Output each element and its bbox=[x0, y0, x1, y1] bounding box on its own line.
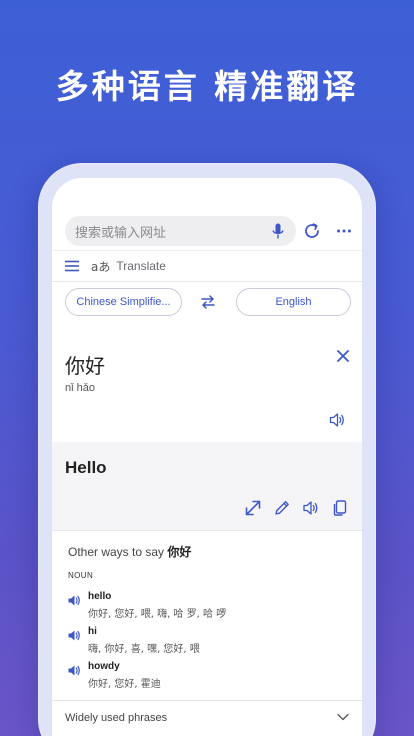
other-ways-panel: Other ways to say 你好 NOUN hello 你好, 您好, … bbox=[52, 530, 362, 700]
list-item[interactable]: howdy 你好, 您好, 霍迪 bbox=[68, 661, 348, 691]
part-of-speech-label: NOUN bbox=[68, 571, 94, 580]
alt-back-translations: 你好, 您好, 喂, 嗨, 哈 罗, 哈 啰 bbox=[88, 609, 227, 620]
swap-icon[interactable] bbox=[200, 295, 216, 309]
alt-word: howdy bbox=[88, 661, 120, 672]
alt-word: hello bbox=[88, 591, 112, 602]
expand-icon[interactable] bbox=[244, 499, 262, 517]
result-panel: Hello bbox=[52, 442, 362, 530]
other-ways-word: 你好 bbox=[167, 545, 192, 559]
search-placeholder: 搜索或输入网址 bbox=[75, 225, 167, 241]
alt-back-translations: 嗨, 你好, 喜, 嘿, 您好, 喂 bbox=[88, 644, 200, 655]
list-item[interactable]: hi 嗨, 你好, 喜, 嘿, 您好, 喂 bbox=[68, 626, 348, 656]
pencil-icon[interactable] bbox=[273, 499, 291, 517]
phone-screen: 搜索或输入网址 aあ Translate Chinese Simplifie..… bbox=[52, 178, 362, 736]
close-icon[interactable] bbox=[337, 350, 349, 362]
source-pinyin: nǐ hǎo bbox=[65, 382, 95, 394]
alt-word: hi bbox=[88, 626, 97, 637]
speaker-icon[interactable] bbox=[68, 665, 81, 676]
source-text[interactable]: 你好 bbox=[65, 350, 105, 379]
result-text: Hello bbox=[65, 458, 107, 477]
other-ways-prefix: Other ways to say bbox=[68, 545, 168, 559]
other-ways-title: Other ways to say 你好 bbox=[68, 543, 191, 560]
search-input[interactable]: 搜索或输入网址 bbox=[65, 216, 296, 246]
source-panel: 你好 nǐ hǎo bbox=[52, 342, 362, 442]
more-icon[interactable] bbox=[335, 222, 353, 240]
widely-used-phrases-row[interactable]: Widely used phrases bbox=[52, 700, 362, 734]
mic-icon[interactable] bbox=[272, 223, 284, 240]
browser-toolbar: 搜索或输入网址 bbox=[52, 178, 362, 250]
translate-header: aあ Translate bbox=[52, 250, 362, 282]
speaker-icon[interactable] bbox=[68, 630, 81, 641]
refresh-icon[interactable] bbox=[303, 222, 321, 240]
source-language-button[interactable]: Chinese Simplifie... bbox=[65, 288, 182, 316]
phrases-label: Widely used phrases bbox=[65, 711, 168, 724]
target-language-button[interactable]: English bbox=[236, 288, 351, 316]
list-item[interactable]: hello 你好, 您好, 喂, 嗨, 哈 罗, 哈 啰 bbox=[68, 591, 348, 621]
chevron-down-icon[interactable] bbox=[337, 713, 349, 721]
promo-headline: 多种语言 精准翻译 bbox=[55, 67, 359, 106]
alt-back-translations: 你好, 您好, 霍迪 bbox=[88, 679, 161, 690]
menu-icon[interactable] bbox=[65, 260, 79, 272]
translate-title: Translate bbox=[116, 259, 166, 273]
language-selector-row: Chinese Simplifie... English bbox=[52, 282, 362, 342]
copy-icon[interactable] bbox=[331, 499, 349, 517]
translate-logo: aあ bbox=[91, 259, 111, 274]
result-actions bbox=[244, 499, 349, 517]
speaker-icon[interactable] bbox=[68, 595, 81, 606]
speaker-icon[interactable] bbox=[302, 499, 320, 517]
speaker-icon[interactable] bbox=[329, 412, 345, 428]
